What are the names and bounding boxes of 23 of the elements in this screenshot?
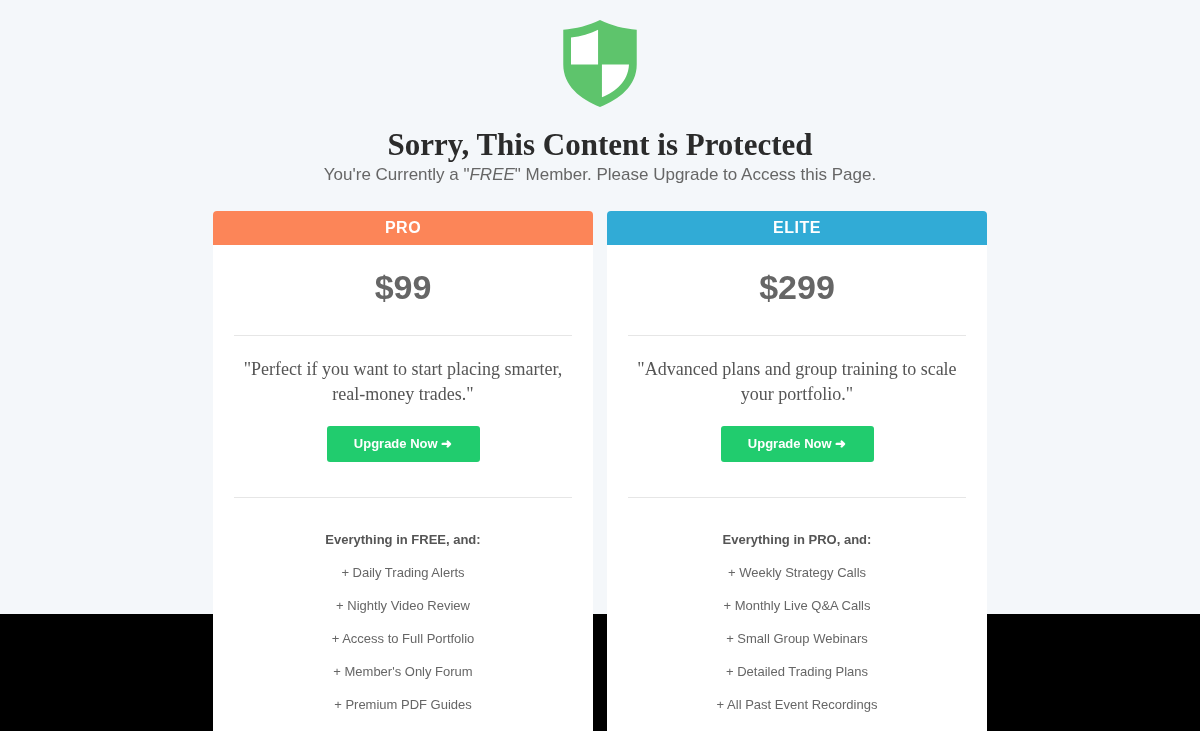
feature-item: + Nightly Video Review [336,598,470,614]
feature-item: + Daily Trading Alerts [341,565,465,581]
feature-item: + Access to Full Portfolio [331,631,475,647]
page-title: Sorry, This Content is Protected [387,127,813,163]
plan-name: PRO [384,218,422,238]
feature-item: + Monthly Live Q&A Calls [723,598,871,614]
plan-price: $99 [374,267,432,307]
plan-name: ELITE [773,218,821,238]
features-heading: Everything in FREE, and: [325,532,481,548]
feature-item: + Weekly Strategy Calls [727,565,867,581]
shield-icon [562,20,638,107]
plan-quote: "Advanced plans and group training to scale your portfolio." [637,358,957,406]
feature-item: + Member's Only Forum [333,664,473,680]
upgrade-button[interactable]: Upgrade Now ➜ [326,426,480,462]
plan-quote: "Perfect if you want to start placing smarter, real-money trades." [243,358,563,406]
feature-item: + Premium PDF Guides [334,697,472,713]
features-heading: Everything in PRO, and: [722,532,872,548]
feature-item: + All Past Event Recordings [716,697,878,713]
upgrade-button[interactable]: Upgrade Now ➜ [720,426,874,462]
feature-item: + Small Group Webinars [726,631,868,647]
page-subtitle: You're Currently a "FREE" Member. Please Upgrade to Access this Page. [323,164,877,186]
feature-item: + Detailed Trading Plans [726,664,868,680]
plan-price: $299 [759,267,835,307]
